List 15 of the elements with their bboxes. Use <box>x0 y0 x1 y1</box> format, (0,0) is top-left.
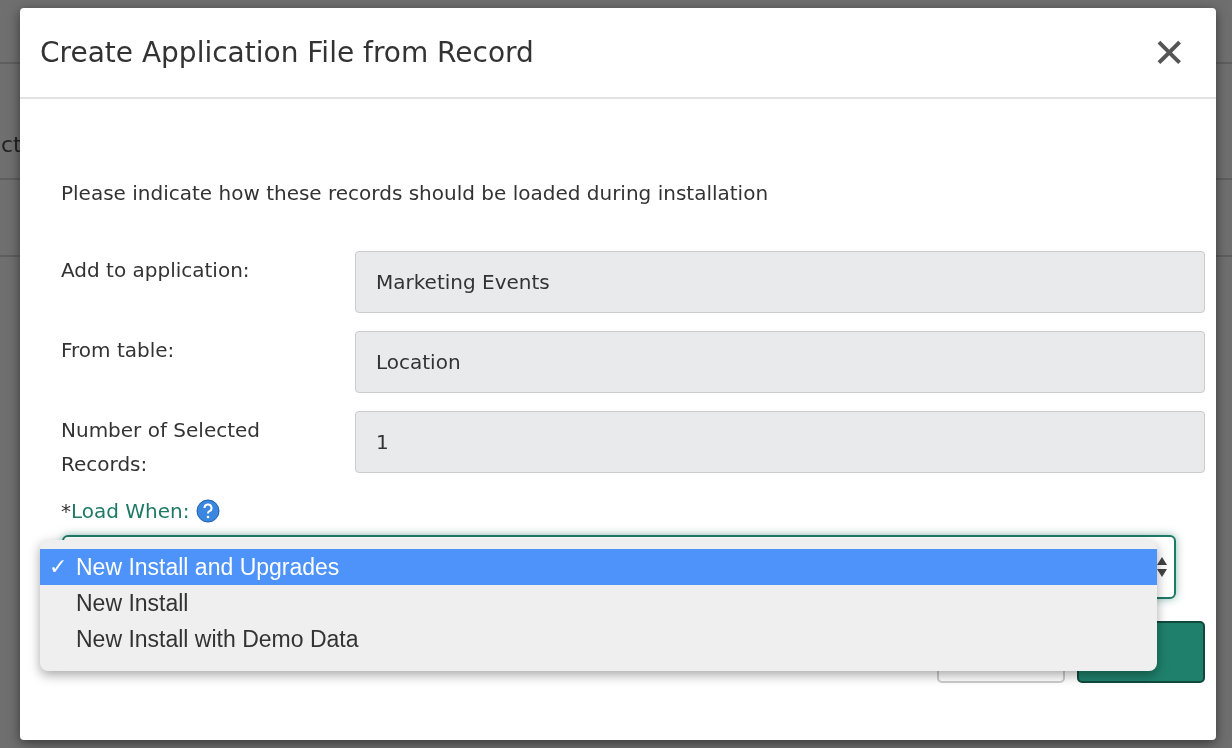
field-label: Number of Selected Records: <box>61 417 262 478</box>
dropdown-option[interactable]: New Install <box>40 585 1157 621</box>
close-button[interactable]: ✕ <box>1152 32 1186 73</box>
field-label: Add to application: <box>61 257 251 284</box>
input-field[interactable]: 1 <box>355 411 1205 473</box>
up-down-arrows-icon <box>1156 555 1168 579</box>
dropdown-option[interactable]: New Install with Demo Data <box>40 621 1157 657</box>
background-text: ct <box>1 132 22 157</box>
dialog-title: Create Application File from Record <box>40 36 534 69</box>
input-field[interactable]: Marketing Events <box>355 251 1205 313</box>
instruction-text: Please indicate how these records should be loaded during installation <box>61 181 770 205</box>
input-field[interactable]: Location <box>355 331 1205 393</box>
field-label: From table: <box>61 337 176 364</box>
help-icon[interactable] <box>195 499 220 523</box>
field-label: *Load When: <box>61 499 190 523</box>
